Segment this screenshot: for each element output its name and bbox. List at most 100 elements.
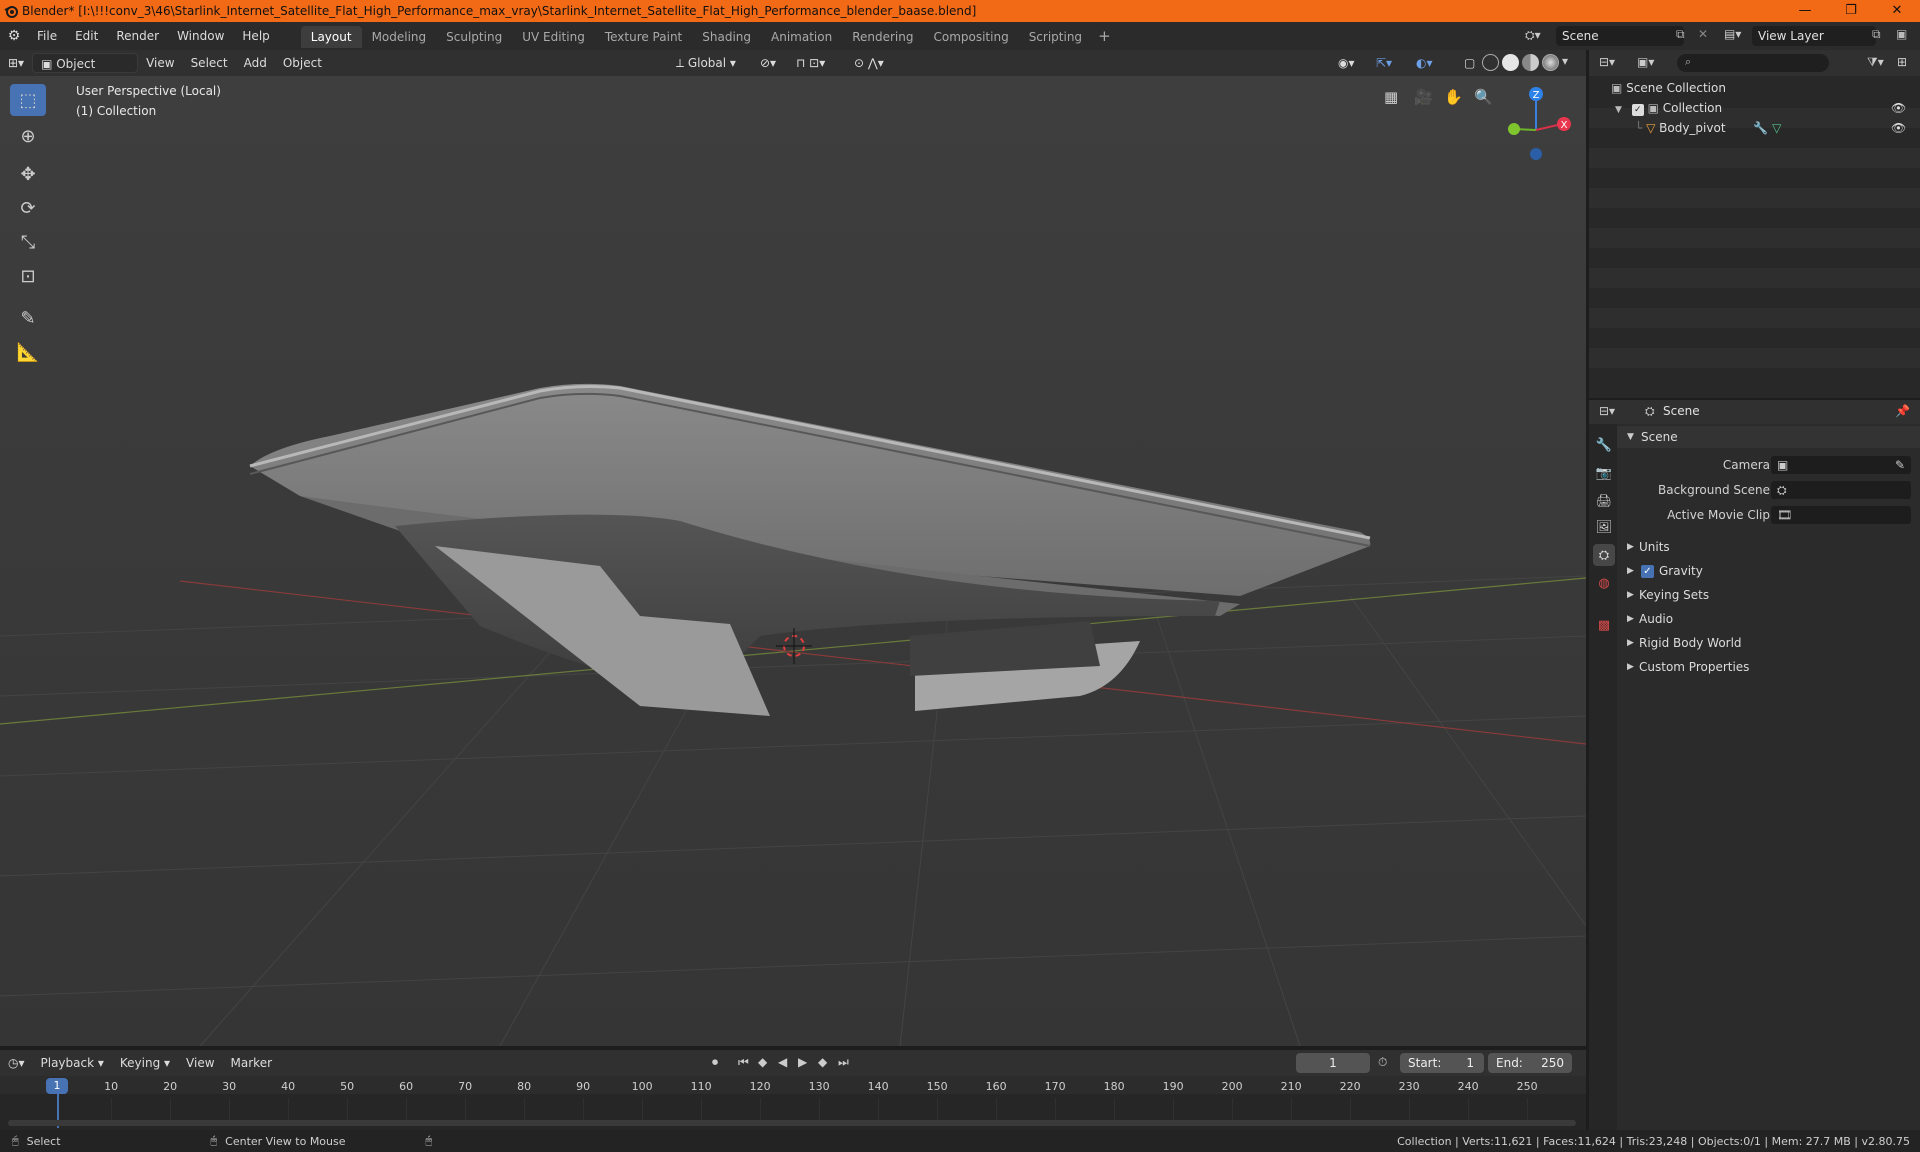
tab-modeling[interactable]: Modeling [362,26,437,48]
eyedropper-icon[interactable]: ✎ [1895,454,1905,476]
tab-compositing[interactable]: Compositing [923,26,1018,48]
new-view-layer-icon[interactable]: ⧉ [1872,27,1881,42]
maximize-button[interactable]: ❐ [1828,0,1874,22]
mode-dropdown[interactable]: ▣ Object Mode ▾ [32,53,139,91]
collection-visibility-icon[interactable]: 👁 [1891,98,1906,118]
xray-icon[interactable]: ▢ [1456,53,1483,73]
camera-field[interactable]: ▣ ✎ [1771,456,1911,474]
delete-scene-icon[interactable]: ✕ [1698,27,1708,41]
scene-panel-header[interactable]: ▼ Scene [1617,426,1920,448]
scene-selector[interactable]: Scene [1556,26,1684,46]
timeline-scrollbar[interactable] [8,1120,1576,1126]
current-frame-field[interactable]: 1 [1296,1053,1370,1073]
outliner-row-body-pivot[interactable]: └ ▽ Body_pivot 🔧 ▽ 👁 [1635,118,1915,138]
menu-render[interactable]: Render [107,22,168,50]
timeline[interactable]: 10 20 30 40 50 60 70 80 90 100 110 120 130 140 150 160 1… [0,1076,1586,1132]
annotate-icon[interactable]: ✎ [10,302,46,334]
collection-checkbox[interactable]: ✓ [1631,104,1644,116]
3d-viewport[interactable]: User Perspective (Local) (1) Collection … [0,76,1586,1046]
jump-start-icon[interactable]: ⏮ [738,1055,749,1070]
timeline-editor-type-icon[interactable]: ◷▾ [0,1053,33,1073]
scale-icon[interactable]: ⤡ [10,226,46,258]
preview-range-icon[interactable]: ⏱ [1378,1055,1387,1070]
output-tab-icon[interactable]: 🖨 [1593,490,1615,512]
menu-select[interactable]: Select [183,53,236,73]
zoom-view-icon[interactable]: 🔍 [1474,88,1493,106]
menu-object[interactable]: Object [275,53,330,73]
tab-layout[interactable]: Layout [300,26,362,48]
solid-shading-icon[interactable] [1502,54,1519,71]
tool-tab-icon[interactable]: 🔧 [1593,434,1615,456]
minimize-button[interactable]: — [1782,0,1828,22]
tab-animation[interactable]: Animation [761,26,842,48]
mesh-data-icon[interactable]: ▽ [1772,121,1781,135]
expand-collection-icon[interactable]: ▼ [1615,105,1622,115]
gravity-panel[interactable]: ▶ ✓ Gravity [1617,560,1920,582]
scene-tab-icon[interactable]: ⛭ [1593,544,1615,566]
custom-properties-panel[interactable]: ▶ Custom Properties [1617,656,1920,678]
menu-timeline-view[interactable]: View [178,1053,222,1073]
measure-icon[interactable]: 📐 [10,336,46,368]
close-button[interactable]: ✕ [1874,0,1920,22]
rendered-shading-icon[interactable] [1542,54,1559,71]
camera-view-icon[interactable]: 🎥 [1414,88,1433,106]
end-frame-field[interactable]: End: 250 [1488,1053,1572,1073]
shading-options-icon[interactable]: ▾ [1562,54,1568,71]
gizmo-toggle-icon[interactable]: ⇱▾ [1368,53,1400,73]
menu-help[interactable]: Help [233,22,278,50]
display-mode-icon[interactable]: ▣▾ [1637,55,1654,69]
material-shading-icon[interactable] [1522,54,1539,71]
play-icon[interactable]: ▶ [798,1055,807,1069]
pin-icon[interactable]: 📌 [1895,404,1910,418]
menu-view[interactable]: View [138,53,182,73]
pivot-point-icon[interactable]: ⊘▾ [752,53,784,73]
filter-icon[interactable]: ⧩▾ [1867,55,1884,70]
tab-texture-paint[interactable]: Texture Paint [595,26,692,48]
transform-icon[interactable]: ⊡ [10,260,46,292]
properties-editor-type-icon[interactable]: ⊟▾ [1599,404,1615,418]
rotate-icon[interactable]: ⟳ [10,192,46,224]
active-movie-clip-field[interactable]: 🎞 [1771,506,1911,524]
record-icon[interactable]: ⏺ [712,1055,718,1070]
snap-icon[interactable]: ⊓ ⊡▾ [788,53,833,73]
units-panel[interactable]: ▶ Units [1617,536,1920,558]
view-layer-browse-icon[interactable]: ▤▾ [1724,27,1741,41]
select-box-icon[interactable]: ⬚ [10,84,46,116]
menu-window[interactable]: Window [168,22,233,50]
menu-marker[interactable]: Marker [223,1053,280,1073]
view-layer-selector[interactable]: View Layer [1752,26,1876,46]
play-reverse-icon[interactable]: ◀ [778,1055,787,1069]
texture-tab-icon[interactable]: ▩ [1593,614,1615,636]
jump-end-icon[interactable]: ⏭ [838,1055,849,1070]
next-keyframe-icon[interactable]: ◆ [818,1055,827,1069]
prev-keyframe-icon[interactable]: ◆ [758,1055,767,1069]
add-workspace-icon[interactable]: + [1092,27,1117,45]
menu-edit[interactable]: Edit [66,22,107,50]
new-scene-icon[interactable]: ⧉ [1676,27,1685,42]
tab-rendering[interactable]: Rendering [842,26,923,48]
menu-playback[interactable]: Playback ▾ [33,1053,112,1073]
proportional-edit-icon[interactable]: ⊙ ⋀▾ [846,53,892,73]
overlay-toggle-icon[interactable]: ◐▾ [1408,53,1441,73]
tab-scripting[interactable]: Scripting [1019,26,1092,48]
cursor-icon[interactable]: ⊕ [10,120,46,152]
tab-sculpting[interactable]: Sculpting [436,26,512,48]
remove-view-layer-icon[interactable]: ▣ [1896,27,1907,41]
world-tab-icon[interactable]: ◍ [1593,572,1615,594]
outliner-editor-type-icon[interactable]: ⊟▾ [1599,55,1615,69]
tab-uv-editing[interactable]: UV Editing [512,26,595,48]
menu-file[interactable]: File [28,22,66,50]
editor-type-icon[interactable]: ⊞▾ [0,53,32,73]
playhead-frame-badge[interactable]: 1 [46,1078,68,1094]
rigid-body-world-panel[interactable]: ▶ Rigid Body World [1617,632,1920,654]
object-visibility-icon[interactable]: 👁 [1891,118,1906,138]
gravity-checkbox[interactable]: ✓ [1641,565,1654,578]
menu-add[interactable]: Add [236,53,275,73]
render-tab-icon[interactable]: 📷 [1593,462,1615,484]
navigation-gizmo[interactable]: Z X [1500,82,1572,162]
grid-view-icon[interactable]: ▦ [1384,88,1398,106]
new-collection-icon[interactable]: ⊞ [1897,55,1907,69]
background-scene-field[interactable]: ⛭ [1771,481,1911,499]
outliner-row-scene-collection[interactable]: ▣ Scene Collection [1611,78,1726,98]
keying-sets-panel[interactable]: ▶ Keying Sets [1617,584,1920,606]
